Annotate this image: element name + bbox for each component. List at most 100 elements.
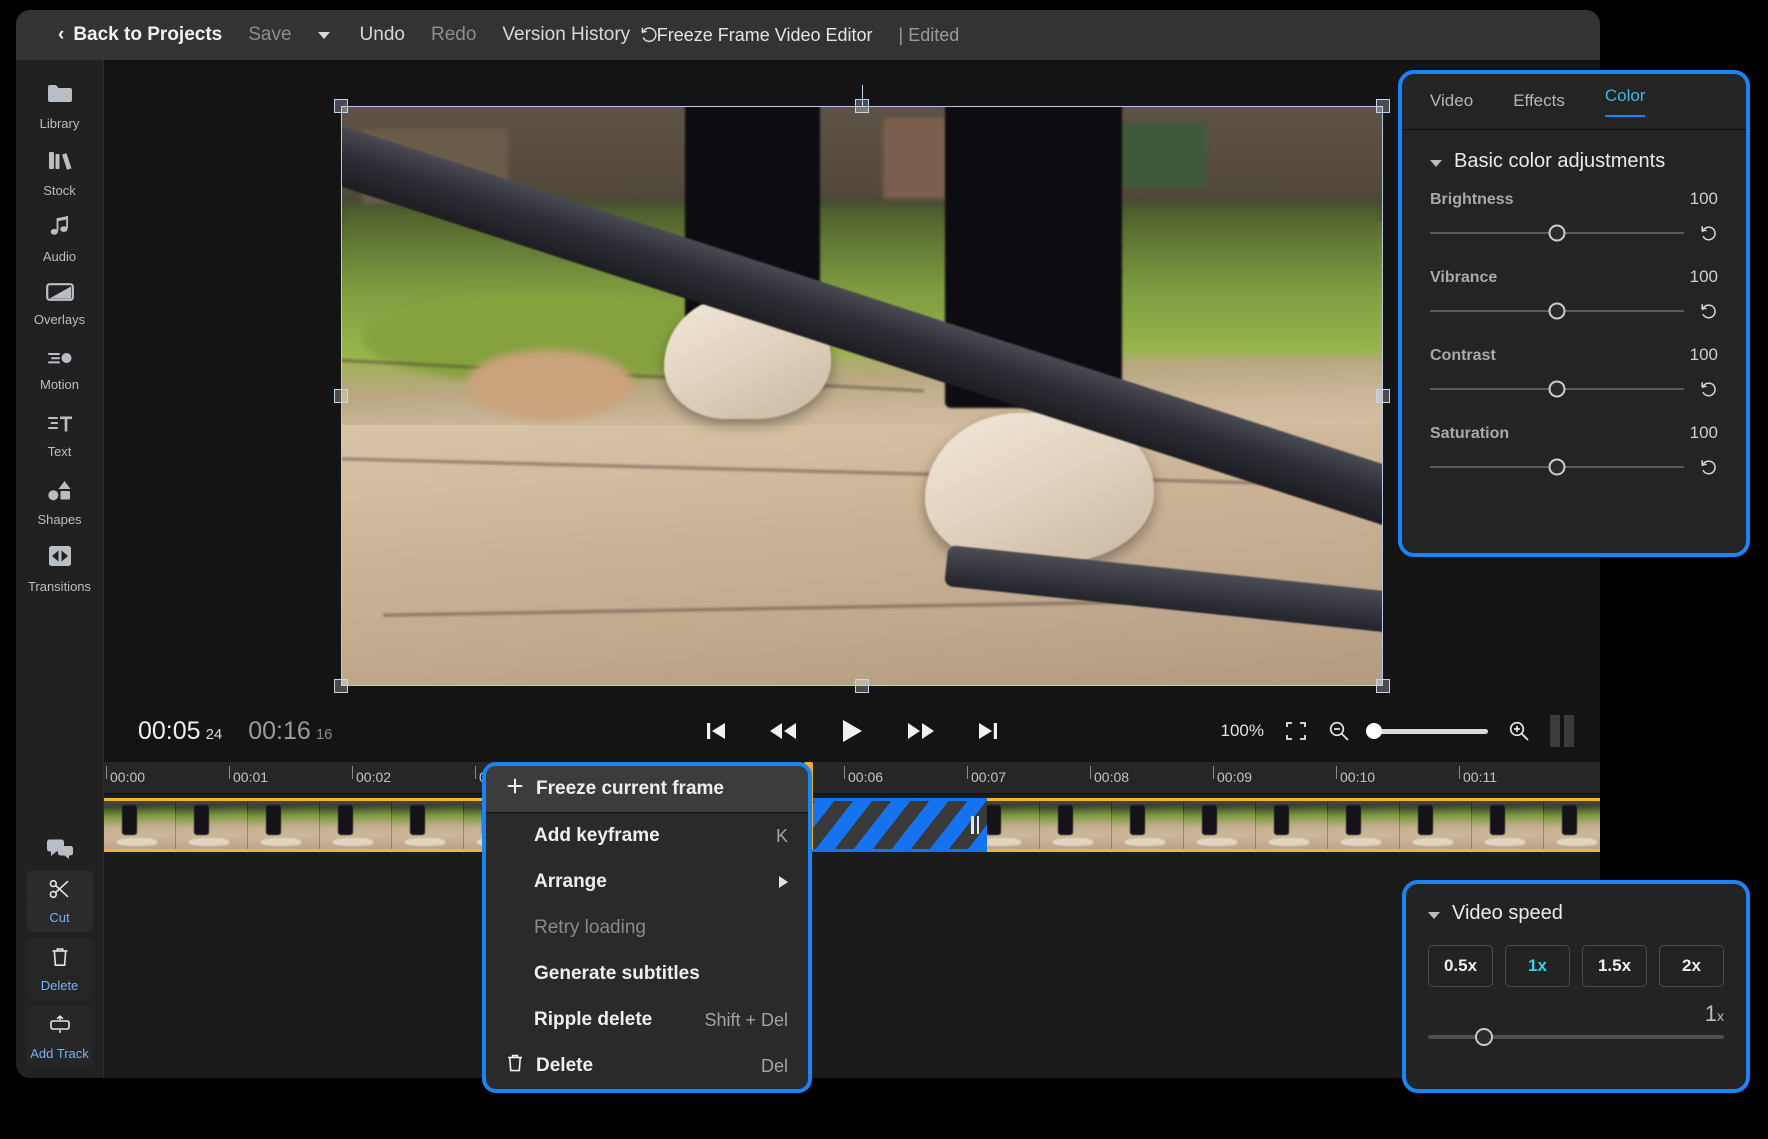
save-button[interactable]: Save — [248, 24, 291, 46]
clip-selection-region[interactable] — [810, 798, 987, 852]
redo-button[interactable]: Redo — [431, 24, 476, 46]
zoom-controls: 100% — [1221, 715, 1574, 747]
video-speed-header[interactable]: Video speed — [1428, 902, 1724, 925]
reset-icon[interactable] — [1698, 301, 1718, 321]
trash-icon — [506, 1053, 524, 1079]
split-view-icon[interactable] — [1550, 715, 1574, 747]
clip-thumbnail — [1472, 801, 1544, 849]
menu-item-add-keyframe[interactable]: Add keyframe K — [486, 813, 808, 859]
fit-to-screen-icon[interactable] — [1284, 720, 1308, 742]
zoom-slider-knob[interactable] — [1366, 723, 1382, 739]
color-adjustments-panel[interactable]: Video Effects Color Basic color adjustme… — [1398, 70, 1750, 557]
reset-icon[interactable] — [1698, 457, 1718, 477]
speed-value-unit: x — [1717, 1008, 1724, 1024]
timeline-track[interactable] — [104, 794, 1600, 856]
reset-icon[interactable] — [1698, 223, 1718, 243]
saturation-slider[interactable] — [1430, 466, 1684, 469]
save-label: Save — [248, 24, 291, 46]
sidebar-item-label: Text — [48, 444, 72, 459]
shapes-icon — [47, 479, 73, 506]
clip-thumbnail — [392, 801, 464, 849]
clip-thumbnail — [1544, 801, 1600, 849]
ruler-tick-mark — [1213, 766, 1214, 779]
zoom-out-icon[interactable] — [1328, 720, 1350, 742]
cut-tool-button[interactable]: Cut — [27, 870, 93, 932]
zoom-in-icon[interactable] — [1508, 720, 1530, 742]
skip-end-icon[interactable] — [977, 721, 999, 741]
video-preview-image — [341, 106, 1383, 686]
preview-canvas[interactable] — [104, 60, 1600, 760]
ruler-tick-label: 00:10 — [1340, 769, 1375, 785]
back-to-projects-button[interactable]: ‹ Back to Projects — [58, 24, 222, 46]
vibrance-slider-knob[interactable] — [1549, 303, 1566, 320]
menu-item-retry-loading: Retry loading — [486, 905, 808, 951]
sidebar-item-transitions[interactable]: Transitions — [16, 536, 103, 602]
menu-item-freeze-current-frame[interactable]: Freeze current frame — [486, 766, 808, 812]
speed-preset-2x[interactable]: 2x — [1659, 945, 1724, 987]
vibrance-label: Vibrance — [1430, 269, 1497, 287]
cut-tool-label: Cut — [49, 910, 69, 925]
rewind-icon[interactable] — [769, 721, 797, 741]
sidebar-item-label: Library — [40, 116, 80, 131]
speed-preset-1x[interactable]: 1x — [1505, 945, 1570, 987]
menu-item-shortcut: Del — [761, 1056, 788, 1077]
menu-item-shortcut: Shift + Del — [704, 1010, 788, 1031]
brightness-slider-block: Brightness 100 — [1402, 179, 1746, 243]
menu-item-ripple-delete[interactable]: Ripple delete Shift + Del — [486, 997, 808, 1043]
tab-effects[interactable]: Effects — [1513, 91, 1565, 113]
fast-forward-icon[interactable] — [907, 721, 935, 741]
tab-video[interactable]: Video — [1430, 91, 1473, 113]
reset-icon[interactable] — [1698, 379, 1718, 399]
skip-start-icon[interactable] — [705, 721, 727, 741]
video-speed-panel[interactable]: Video speed 0.5x 1x 1.5x 2x 1x — [1402, 880, 1750, 1093]
sidebar-item-text[interactable]: Text — [16, 404, 103, 470]
contrast-label: Contrast — [1430, 347, 1496, 365]
brightness-slider-knob[interactable] — [1549, 225, 1566, 242]
brightness-slider[interactable] — [1430, 232, 1684, 235]
speed-slider-knob[interactable] — [1475, 1028, 1493, 1046]
history-revert-icon — [639, 25, 659, 45]
menu-item-generate-subtitles[interactable]: Generate subtitles — [486, 951, 808, 997]
menu-item-delete[interactable]: Delete Del — [486, 1043, 808, 1089]
speed-slider[interactable] — [1428, 1035, 1724, 1039]
saturation-label: Saturation — [1430, 425, 1509, 443]
clip-context-menu[interactable]: Freeze current frame Add keyframe K Arra… — [482, 762, 812, 1093]
timeline-panel[interactable]: 00:0000:0100:0200:0300:0400:0500:0600:07… — [104, 762, 1600, 1078]
save-dropdown-button[interactable] — [318, 32, 330, 39]
speed-preset-1-5x[interactable]: 1.5x — [1582, 945, 1647, 987]
speed-preset-0-5x[interactable]: 0.5x — [1428, 945, 1493, 987]
menu-item-arrange[interactable]: Arrange — [486, 859, 808, 905]
motion-dot-icon — [47, 350, 73, 371]
sidebar-item-label: Stock — [43, 183, 76, 198]
undo-label: Undo — [360, 24, 405, 46]
contrast-slider-knob[interactable] — [1549, 381, 1566, 398]
sidebar-item-motion[interactable]: Motion — [16, 338, 103, 404]
vibrance-slider[interactable] — [1430, 310, 1684, 313]
ruler-tick-label: 00:02 — [356, 769, 391, 785]
zoom-slider[interactable] — [1370, 729, 1488, 734]
delete-tool-button[interactable]: Delete — [27, 938, 93, 1000]
add-track-button[interactable]: Add Track — [27, 1006, 93, 1068]
sidebar-item-label: Motion — [40, 377, 79, 392]
undo-button[interactable]: Undo — [360, 24, 405, 46]
tab-color[interactable]: Color — [1605, 86, 1646, 117]
clip-resize-handle[interactable] — [971, 816, 979, 834]
edited-status: | Edited — [899, 25, 960, 46]
clip-thumbnail — [1400, 801, 1472, 849]
sidebar-item-overlays[interactable]: Overlays — [16, 272, 103, 338]
contrast-slider[interactable] — [1430, 388, 1684, 391]
clip-thumbnail — [1184, 801, 1256, 849]
sidebar-item-shapes[interactable]: Shapes — [16, 470, 103, 536]
ruler-tick-label: 00:11 — [1463, 769, 1497, 785]
sidebar-item-audio[interactable]: Audio — [16, 206, 103, 272]
saturation-slider-knob[interactable] — [1549, 459, 1566, 476]
overlay-rect-icon — [46, 283, 74, 306]
redo-label: Redo — [431, 24, 476, 46]
play-icon[interactable] — [839, 718, 865, 744]
timeline-ruler[interactable]: 00:0000:0100:0200:0300:0400:0500:0600:07… — [104, 762, 1600, 794]
version-history-button[interactable]: Version History — [502, 24, 659, 46]
books-icon — [47, 148, 73, 177]
basic-color-section-header[interactable]: Basic color adjustments — [1402, 130, 1746, 179]
sidebar-item-library[interactable]: Library — [16, 74, 103, 140]
sidebar-item-stock[interactable]: Stock — [16, 140, 103, 206]
